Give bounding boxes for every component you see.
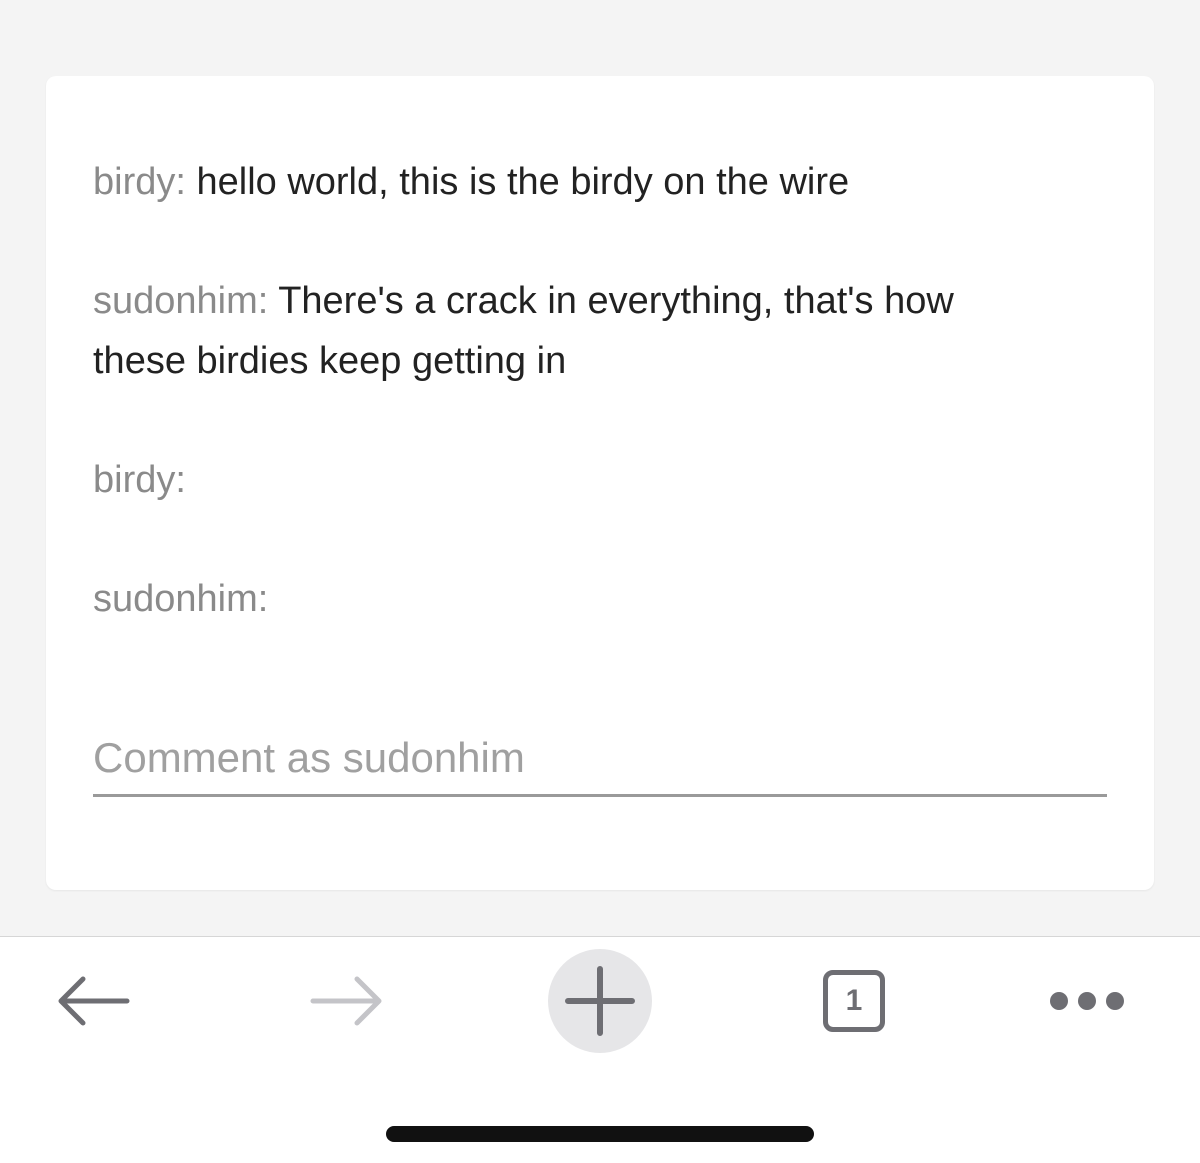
new-tab-circle [548, 949, 652, 1053]
tabs-button[interactable]: 1 [794, 937, 914, 1065]
new-tab-button[interactable] [540, 937, 660, 1065]
comment-item: sudonhim: There's a crack in everything,… [93, 271, 1053, 391]
back-arrow-icon [58, 976, 130, 1026]
comment-author[interactable]: sudonhim: [93, 578, 268, 620]
forward-button[interactable] [287, 937, 407, 1065]
browser-page: birdy: hello world, this is the birdy on… [0, 0, 1200, 1163]
dot [1106, 992, 1124, 1010]
dot [1078, 992, 1096, 1010]
comment-author[interactable]: birdy: [93, 161, 186, 203]
plus-icon [565, 966, 635, 1036]
comment-text: hello world, this is the birdy on the wi… [196, 161, 850, 203]
tabs-icon: 1 [823, 970, 885, 1032]
browser-toolbar: 1 [0, 936, 1200, 1163]
back-button[interactable] [33, 937, 153, 1065]
comment-field [93, 721, 1107, 797]
comment-item: birdy: [93, 450, 1053, 510]
comment-input[interactable] [93, 721, 1107, 794]
comment-item: birdy: hello world, this is the birdy on… [93, 152, 1053, 212]
more-dots-icon [1050, 992, 1124, 1010]
dot [1050, 992, 1068, 1010]
comment-item: sudonhim: [93, 569, 1053, 629]
forward-arrow-icon [310, 976, 382, 1026]
tab-count: 1 [845, 984, 863, 1017]
comments-card: birdy: hello world, this is the birdy on… [46, 76, 1154, 890]
comment-author[interactable]: birdy: [93, 459, 186, 501]
more-button[interactable] [1027, 937, 1147, 1065]
home-indicator[interactable] [386, 1126, 814, 1142]
comment-author[interactable]: sudonhim: [93, 280, 268, 322]
